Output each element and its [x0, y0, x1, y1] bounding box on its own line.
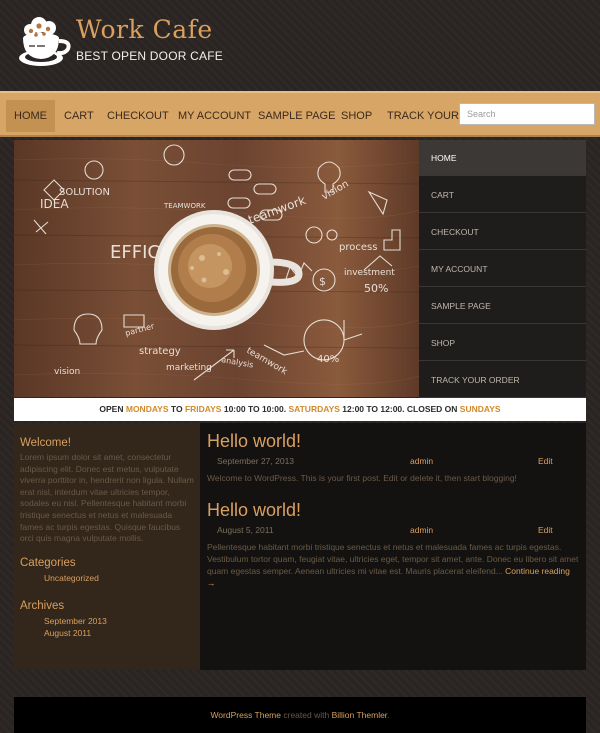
post-date: September 27, 2013	[217, 456, 295, 466]
hero-word-teamwork: teamwork	[246, 193, 307, 227]
categories-title: Categories	[20, 556, 76, 569]
post-meta: August 5, 2011 admin Edit	[207, 525, 579, 539]
post-edit-link[interactable]: Edit	[538, 525, 553, 535]
category-link-uncategorized[interactable]: Uncategorized	[20, 572, 194, 584]
hero-word-idea: IDEA	[40, 197, 69, 211]
hero-image: $ SOLUTION IDEA TEAMWORK teamwork vision…	[14, 140, 419, 397]
post-date: August 5, 2011	[217, 525, 274, 535]
archive-link-september-2013[interactable]: September 2013	[20, 615, 194, 627]
footer-billion-themler-link[interactable]: Billion Themler	[332, 710, 388, 720]
footer-created-with: created with	[283, 710, 330, 720]
welcome-title: Welcome!	[20, 437, 71, 449]
hero-word-analysis: analysis	[221, 355, 254, 369]
hero-word-50-percent: 50%	[364, 282, 388, 295]
side-menu-item-track-your-order[interactable]: TRACK YOUR ORDER	[419, 362, 586, 398]
post-body: Pellentesque habitant morbi tristique se…	[207, 541, 579, 589]
hero-word-effic: EFFIC	[110, 242, 160, 263]
side-menu-item-checkout[interactable]: CHECKOUT	[419, 214, 586, 250]
footer-period: .	[387, 710, 390, 720]
hero-word-strategy: strategy	[139, 346, 181, 357]
post: Hello world! September 27, 2013 admin Ed…	[207, 431, 579, 484]
hours-mondays: MONDAYS	[125, 404, 169, 414]
nav-item-home[interactable]: HOME	[6, 100, 55, 132]
footer-wordpress-theme-link[interactable]: WordPress Theme	[210, 710, 281, 720]
side-menu-item-home[interactable]: HOME	[419, 140, 586, 176]
main-navigation: HOME CART CHECKOUT MY ACCOUNT SAMPLE PAG…	[0, 91, 600, 137]
nav-item-my-account[interactable]: MY ACCOUNT	[170, 100, 259, 132]
hero-word-teamwork-small: TEAMWORK	[163, 202, 206, 210]
coffee-cup-icon	[154, 210, 303, 330]
hours-saturdays: SATURDAYS	[288, 404, 340, 414]
nav-item-cart[interactable]: CART	[56, 100, 102, 132]
archive-link-august-2011[interactable]: August 2011	[20, 627, 194, 639]
coffee-cup-logo-icon[interactable]	[15, 10, 75, 68]
main-content: Hello world! September 27, 2013 admin Ed…	[200, 423, 586, 670]
post-title-link[interactable]: Hello world!	[207, 500, 579, 521]
nav-item-checkout[interactable]: CHECKOUT	[99, 100, 177, 132]
post: Hello world! August 5, 2011 admin Edit P…	[207, 500, 579, 589]
hours-to: TO	[170, 404, 183, 414]
side-menu-item-cart[interactable]: CART	[419, 177, 586, 213]
nav-item-sample-page[interactable]: SAMPLE PAGE	[250, 100, 343, 132]
side-menu-item-sample-page[interactable]: SAMPLE PAGE	[419, 288, 586, 324]
hours-closed-on: CLOSED ON	[406, 404, 458, 414]
hours-fridays: FRIDAYS	[184, 404, 222, 414]
hours-saturday-time: 12:00 TO 12:00.	[342, 404, 405, 414]
hours-weekday-time: 10:00 TO 10:00.	[223, 404, 287, 414]
side-menu-item-shop[interactable]: SHOP	[419, 325, 586, 361]
hours-sundays: SUNDAYS	[459, 404, 501, 414]
site-title[interactable]: Work Cafe	[76, 15, 213, 44]
site-header: Work Cafe BEST OPEN DOOR CAFE	[0, 0, 600, 90]
left-sidebar: Welcome! Lorem ipsum dolor sit amet, con…	[14, 423, 200, 670]
hero-word-investment: investment	[344, 268, 395, 278]
hero-word-vision-bottom: vision	[54, 367, 80, 377]
post-edit-link[interactable]: Edit	[538, 456, 553, 466]
site-footer: WordPress Theme created with Billion The…	[14, 697, 586, 733]
post-author-link[interactable]: admin	[410, 525, 433, 535]
post-title-link[interactable]: Hello world!	[207, 431, 579, 452]
side-menu-item-my-account[interactable]: MY ACCOUNT	[419, 251, 586, 287]
opening-hours-bar: OPEN MONDAYS TO FRIDAYS 10:00 TO 10:00. …	[14, 398, 586, 421]
hero-word-process: process	[339, 242, 377, 253]
nav-item-shop[interactable]: SHOP	[333, 100, 380, 132]
hours-open: OPEN	[99, 404, 124, 414]
svg-text:$: $	[319, 275, 326, 288]
hero-word-partner: partner	[124, 321, 156, 338]
archives-title: Archives	[20, 599, 65, 612]
hero-word-40-percent: 40%	[317, 354, 339, 365]
post-meta: September 27, 2013 admin Edit	[207, 456, 579, 470]
welcome-text: Lorem ipsum dolor sit amet, consectetur …	[20, 452, 194, 544]
search-input[interactable]: Search	[459, 103, 595, 125]
site-tagline: BEST OPEN DOOR CAFE	[76, 49, 223, 63]
post-body: Welcome to WordPress. This is your first…	[207, 473, 517, 483]
hero-word-marketing: marketing	[166, 363, 212, 373]
post-author-link[interactable]: admin	[410, 456, 433, 466]
side-menu: HOME CART CHECKOUT MY ACCOUNT SAMPLE PAG…	[419, 140, 586, 398]
